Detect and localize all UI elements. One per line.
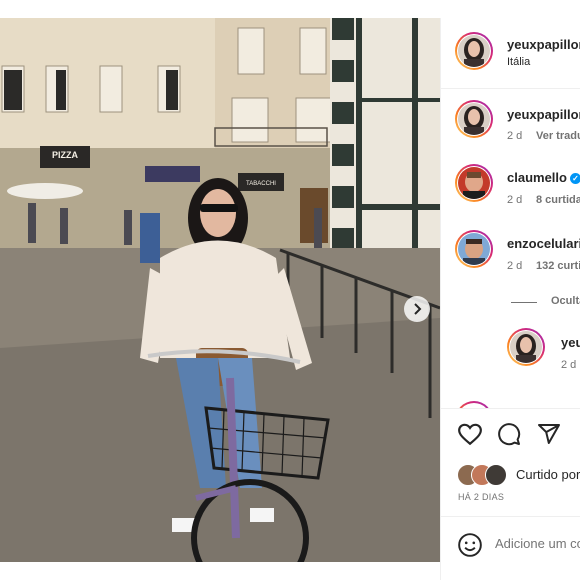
share-icon[interactable] — [537, 422, 561, 446]
liked-by-avatars[interactable] — [457, 464, 513, 486]
replies-line — [511, 302, 537, 303]
comment-avatar[interactable] — [455, 230, 493, 268]
author-username[interactable]: yeuxpapillon — [507, 37, 580, 52]
verified-badge-icon: ✓ — [569, 173, 580, 184]
photo-scene: PIZZA TABACCHI — [0, 18, 440, 562]
svg-text:TABACCHI: TABACCHI — [246, 181, 276, 187]
comment-username[interactable]: enzocelulari — [507, 236, 580, 251]
comment-time[interactable]: 2 d — [507, 194, 522, 206]
avatar-photo — [458, 233, 490, 265]
comment-username-text[interactable]: claumello — [507, 170, 567, 185]
comment-avatar[interactable] — [455, 164, 493, 202]
post-side-panel: yeuxpapillon Itália yeuxpapillon 2 d Ver… — [440, 18, 580, 580]
reply-username[interactable]: yeuxpapillon — [561, 335, 580, 350]
translate-link[interactable]: Ver tradução — [536, 130, 580, 142]
avatar-photo — [458, 35, 490, 67]
comment-likes[interactable]: 132 curtidas — [536, 260, 580, 272]
comment-time[interactable]: 2 d — [507, 130, 522, 142]
reply-avatar[interactable] — [507, 328, 545, 366]
comment-time[interactable]: 2 d — [507, 260, 522, 272]
emoji-icon[interactable] — [457, 532, 483, 558]
avatar-photo — [458, 167, 490, 199]
comment-avatar[interactable] — [455, 100, 493, 138]
post-location[interactable]: Itália — [507, 56, 530, 68]
post-viewer: PIZZA TABACCHI yeuxpapillon Itália yeuxp… — [0, 0, 580, 580]
comment-icon[interactable] — [497, 422, 521, 446]
next-photo-button[interactable] — [404, 296, 430, 322]
heart-icon[interactable] — [457, 422, 483, 446]
comment-username[interactable]: claumello ✓ — [507, 170, 580, 185]
comment-box-divider — [441, 516, 580, 517]
comment-likes[interactable]: 8 curtidas — [536, 194, 580, 206]
post-timestamp[interactable]: HÁ 2 DIAS — [458, 492, 504, 502]
comment-username[interactable]: yeuxpapillon — [507, 107, 580, 122]
author-avatar[interactable] — [455, 32, 493, 70]
avatar-photo — [510, 331, 542, 363]
header-divider — [441, 88, 580, 89]
comment-input[interactable] — [495, 536, 580, 551]
liked-by-text[interactable]: Curtido por — [516, 467, 580, 482]
post-photo[interactable]: PIZZA TABACCHI — [0, 18, 440, 562]
hide-replies-button[interactable]: Ocultar respostas — [551, 295, 580, 307]
avatar — [485, 464, 507, 486]
reply-time[interactable]: 2 d — [561, 359, 576, 371]
svg-text:PIZZA: PIZZA — [52, 150, 78, 160]
chevron-right-icon — [414, 303, 422, 315]
avatar-photo — [458, 103, 490, 135]
actions-divider — [441, 408, 580, 409]
actions-section: Curtido por HÁ 2 DIAS — [441, 408, 580, 580]
